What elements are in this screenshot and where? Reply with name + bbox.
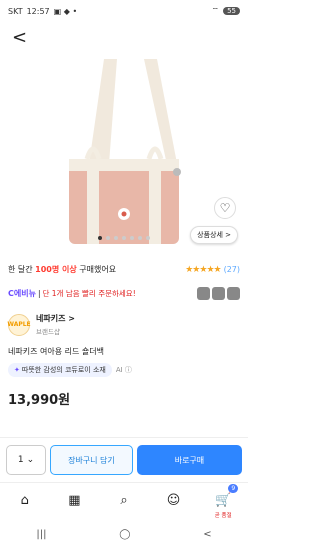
store-logo: WAPLE xyxy=(7,313,31,336)
dot-5 xyxy=(130,236,134,240)
wifi-icon: ⌔ xyxy=(211,6,220,15)
thumbnail-1[interactable] xyxy=(197,286,210,300)
store-name[interactable]: 네파키즈 > xyxy=(36,313,75,324)
buy-now-button[interactable]: 바로구매 xyxy=(136,445,242,475)
review-count[interactable]: (27) xyxy=(224,265,240,274)
buyers-prefix: 한 달간 xyxy=(8,265,36,274)
bag-image xyxy=(69,59,181,244)
profile-icon[interactable]: ☺ xyxy=(159,486,189,516)
back-nav-icon[interactable]: < xyxy=(203,529,211,540)
back-icon[interactable]: < xyxy=(12,29,27,47)
ai-summary-row: ✦ 따뜻한 감성의 코듀로이 소재 AI ⓘ xyxy=(0,363,248,377)
divider xyxy=(0,437,248,438)
cart-badge: 9 xyxy=(228,483,239,493)
top-nav: < xyxy=(0,22,248,54)
carrier: SKT xyxy=(8,6,23,16)
chevron-down-icon: ⌄ xyxy=(26,455,35,465)
add-to-cart-button[interactable]: 장바구니 담기 xyxy=(50,445,133,475)
ai-summary-pill[interactable]: ✦ 따뜻한 감성의 코듀로이 소재 xyxy=(8,363,112,377)
price: 13,990원 xyxy=(8,393,71,408)
product-title: 네파키즈 여아용 리드 숄더백 xyxy=(8,347,104,356)
dot-2 xyxy=(106,236,110,240)
store-row[interactable]: WAPLE 네파키즈 > 브랜드샵 xyxy=(0,313,248,336)
battery-icon: 55 xyxy=(223,7,240,15)
thumbnail-2[interactable] xyxy=(212,286,225,300)
thumbnail-3[interactable] xyxy=(227,286,240,300)
buyers-suffix: 구매했어요 xyxy=(76,265,117,274)
system-nav: ||| ◯ < xyxy=(0,518,248,550)
time: 12:57 xyxy=(26,6,50,16)
home-icon[interactable]: ⌂ xyxy=(10,486,40,516)
store-type: 브랜드샵 xyxy=(36,328,60,336)
buyers-row: 한 달간 100명 이상 구매했어요 ★★★★★ (27) xyxy=(0,264,248,275)
promo-thumbnails[interactable] xyxy=(197,286,240,300)
status-bar: SKT 12:57 ▣ ◆ • ⌔ 55 xyxy=(0,0,248,22)
sparkle-icon: ✦ xyxy=(14,366,20,374)
promo-row: C에비뉴 | 단 1개 남음 빨리 주문하세요! xyxy=(0,281,248,305)
detail-button[interactable]: 상품상세 > xyxy=(190,226,238,244)
home-button-icon[interactable]: ◯ xyxy=(119,529,130,540)
promo-message: 단 1개 남음 빨리 주문하세요! xyxy=(42,288,136,298)
search-icon[interactable]: ⌕ xyxy=(109,486,139,516)
recent-apps-icon[interactable]: ||| xyxy=(36,529,46,540)
notification-icons: ▣ ◆ • xyxy=(53,6,78,16)
promo-divider: | xyxy=(37,288,41,298)
rating-stars: ★★★★★ xyxy=(185,264,221,275)
purchase-bar: 1 ⌄ 장바구니 담기 바로구매 xyxy=(0,442,248,478)
dot-1 xyxy=(98,236,102,240)
dot-6 xyxy=(138,236,142,240)
dot-7 xyxy=(146,236,150,240)
dot-3 xyxy=(114,236,118,240)
heart-icon[interactable]: ♡ xyxy=(214,197,236,219)
product-image[interactable]: ♡ 상품상세 > xyxy=(0,54,248,244)
promo-brand: C에비뉴 xyxy=(8,288,36,298)
cart-icon[interactable]: 🛒 9 곧 품절 xyxy=(208,483,239,519)
quantity-select[interactable]: 1 ⌄ xyxy=(6,445,46,475)
tab-bar: ⌂ ▦ ⌕ ☺ 🛒 9 곧 품절 xyxy=(0,482,248,519)
dot-4 xyxy=(122,236,126,240)
buyers-count: 100명 이상 xyxy=(35,265,77,274)
category-icon[interactable]: ▦ xyxy=(59,486,89,516)
ai-label[interactable]: AI ⓘ xyxy=(116,365,132,375)
